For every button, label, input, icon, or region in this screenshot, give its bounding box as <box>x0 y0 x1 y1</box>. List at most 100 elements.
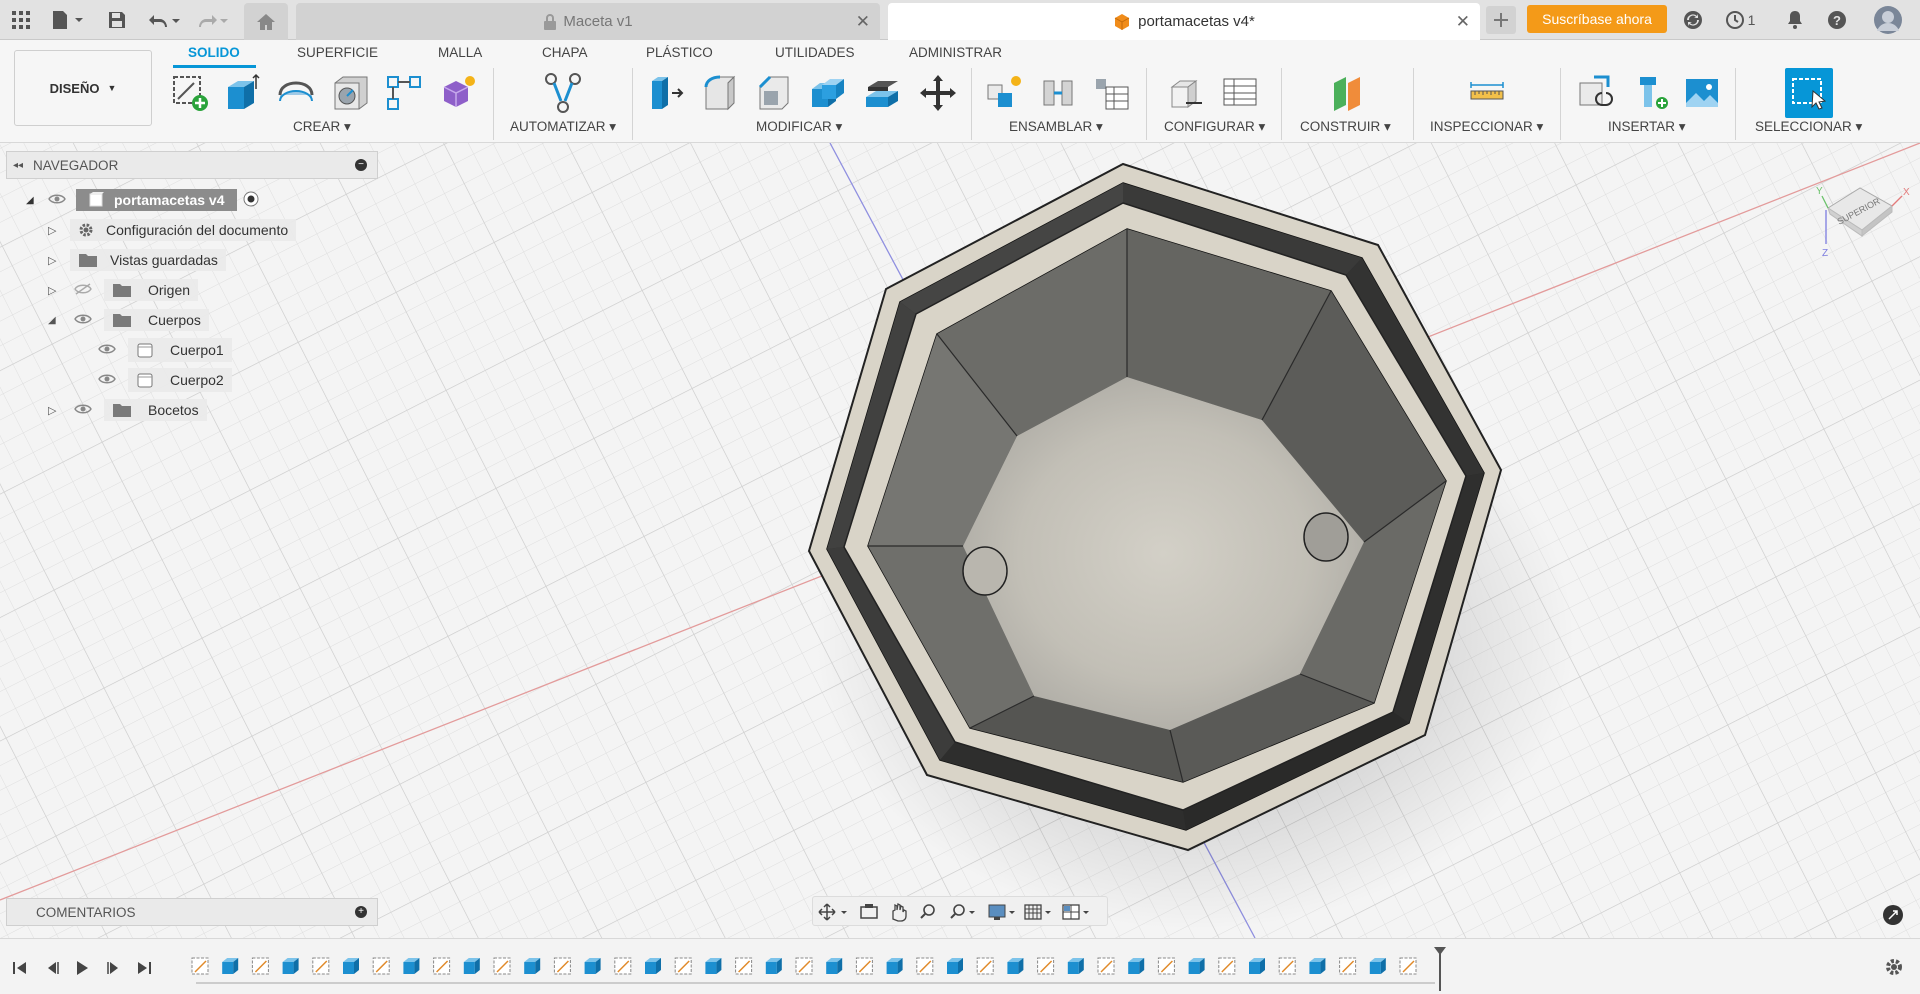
active-radio-icon[interactable] <box>243 191 259 210</box>
timeline-feature-icon[interactable] <box>886 958 903 974</box>
home-tab[interactable] <box>244 3 288 40</box>
tree-item-bodies[interactable]: ◢ Cuerpos <box>48 307 209 333</box>
tree-item-chip[interactable]: Configuración del documento <box>70 219 297 241</box>
timeline-sketch-icon[interactable] <box>1278 957 1296 975</box>
extrude-icon[interactable] <box>220 70 264 116</box>
expand-viewport-icon[interactable] <box>1883 905 1903 925</box>
timeline-sketch-icon[interactable] <box>1097 957 1115 975</box>
group-ensamblar[interactable]: ENSAMBLAR ▾ <box>1009 119 1103 135</box>
timeline-sketch-icon[interactable] <box>1157 957 1175 975</box>
tree-item-sketches[interactable]: ▷ Bocetos <box>48 397 207 423</box>
close-tab-icon[interactable]: ✕ <box>856 12 870 32</box>
tree-item-saved-views[interactable]: ▷ Vistas guardadas <box>48 247 226 273</box>
chamfer-icon[interactable] <box>752 70 796 116</box>
tab-maceta[interactable]: Maceta v1 ✕ <box>296 3 880 40</box>
help-icon[interactable]: ? <box>1824 6 1850 34</box>
shell-icon[interactable] <box>806 70 850 116</box>
tab-administrar[interactable]: ADMINISTRAR <box>909 45 1002 60</box>
expand-arrow-icon[interactable]: ▷ <box>48 254 70 267</box>
timeline-features[interactable] <box>180 939 1480 994</box>
model-canvas[interactable] <box>0 143 1920 938</box>
timeline-feature-icon[interactable] <box>282 958 299 974</box>
timeline-sketch-icon[interactable] <box>433 957 451 975</box>
bill-of-materials-icon[interactable] <box>1090 70 1134 116</box>
zoom-icon[interactable] <box>920 904 935 919</box>
insert-derive-icon[interactable] <box>1574 70 1618 116</box>
visibility-eye-icon[interactable] <box>98 372 128 388</box>
combine-icon[interactable] <box>860 70 904 116</box>
navigator-header[interactable]: ◂◂ NAVEGADOR − <box>6 151 378 179</box>
group-configurar[interactable]: CONFIGURAR ▾ <box>1164 119 1265 135</box>
timeline-feature-icon[interactable] <box>1369 958 1386 974</box>
group-automatizar[interactable]: AUTOMATIZAR ▾ <box>510 119 616 135</box>
notifications-bell-icon[interactable] <box>1782 6 1808 34</box>
user-avatar-icon[interactable] <box>1872 6 1904 34</box>
3d-viewport[interactable] <box>0 143 1920 938</box>
offset-plane-icon[interactable] <box>1326 70 1370 116</box>
timeline-sketch-icon[interactable] <box>614 957 632 975</box>
tree-root[interactable]: ◢ portamacetas v4 <box>26 187 259 213</box>
look-at-icon[interactable] <box>860 904 878 919</box>
tree-item-origin[interactable]: ▷ Origen <box>48 277 199 303</box>
hidden-eye-icon[interactable] <box>74 282 104 298</box>
configuration-table-icon[interactable] <box>1218 70 1262 116</box>
tree-item-body-2[interactable]: Cuerpo2 <box>98 367 232 393</box>
configure-icon[interactable] <box>1164 70 1208 116</box>
timeline-sketch-icon[interactable] <box>312 957 330 975</box>
timeline-feature-icon[interactable] <box>1309 958 1326 974</box>
timeline-settings-gear-icon[interactable] <box>1882 956 1906 978</box>
tab-utilidades[interactable]: UTILIDADES <box>775 45 855 60</box>
expand-arrow-icon[interactable]: ▷ <box>48 224 70 237</box>
pattern-icon[interactable] <box>382 70 426 116</box>
sync-icon[interactable] <box>1680 6 1706 34</box>
timeline-sketch-icon[interactable] <box>1037 957 1055 975</box>
move-copy-icon[interactable] <box>916 70 960 116</box>
file-menu-icon[interactable] <box>48 6 88 34</box>
visibility-eye-icon[interactable] <box>98 342 128 358</box>
timeline-sketch-icon[interactable] <box>1218 957 1236 975</box>
timeline-sketch-icon[interactable] <box>1399 957 1417 975</box>
new-component-icon[interactable] <box>982 70 1026 116</box>
step-forward-icon[interactable] <box>102 957 126 979</box>
timeline-feature-icon[interactable] <box>584 958 601 974</box>
timeline-feature-icon[interactable] <box>645 958 661 974</box>
tab-portamacetas[interactable]: portamacetas v4* ✕ <box>888 3 1480 40</box>
select-window-icon[interactable] <box>1785 68 1833 118</box>
tab-superficie[interactable]: SUPERFICIE <box>297 45 378 60</box>
pan-hand-icon[interactable] <box>892 903 907 922</box>
go-to-start-icon[interactable] <box>8 957 32 979</box>
viewports-icon[interactable] <box>1062 904 1089 920</box>
timeline-sketch-icon[interactable] <box>795 957 813 975</box>
tree-item-chip[interactable]: Cuerpos <box>104 309 209 331</box>
collapse-panel-icon[interactable]: ◂◂ <box>13 160 23 171</box>
root-component[interactable]: portamacetas v4 <box>76 189 237 211</box>
step-back-icon[interactable] <box>40 957 64 979</box>
play-icon[interactable] <box>70 957 94 979</box>
tree-item-chip[interactable]: Vistas guardadas <box>70 249 226 271</box>
collapse-arrow-icon[interactable]: ◢ <box>26 195 48 206</box>
expand-arrow-icon[interactable]: ▷ <box>48 284 74 297</box>
orbit-icon[interactable] <box>818 903 847 921</box>
close-tab-icon[interactable]: ✕ <box>1456 12 1470 32</box>
expand-arrow-icon[interactable]: ▷ <box>48 404 74 417</box>
create-sketch-icon[interactable] <box>168 70 212 116</box>
collapse-arrow-icon[interactable]: ◢ <box>48 315 74 326</box>
visibility-eye-icon[interactable] <box>48 192 76 208</box>
minimize-panel-icon[interactable]: − <box>355 159 367 171</box>
timeline-sketch-icon[interactable] <box>855 957 873 975</box>
timeline-feature-icon[interactable] <box>1067 958 1084 974</box>
job-status-icon[interactable]: 1 <box>1720 6 1760 34</box>
timeline-sketch-icon[interactable] <box>1339 957 1357 975</box>
timeline-feature-icon[interactable] <box>826 958 843 974</box>
timeline-sketch-icon[interactable] <box>735 957 753 975</box>
workspace-switcher[interactable]: DISEÑO ▼ <box>14 50 152 126</box>
tree-item-chip[interactable]: Origen <box>104 279 199 301</box>
timeline-feature-icon[interactable] <box>1007 958 1024 974</box>
group-inspeccionar[interactable]: INSPECCIONAR ▾ <box>1430 119 1543 135</box>
group-insertar[interactable]: INSERTAR ▾ <box>1608 119 1686 135</box>
insert-image-icon[interactable] <box>1680 70 1724 116</box>
new-tab-icon[interactable] <box>1486 6 1516 34</box>
insert-mcmaster-icon[interactable] <box>1628 70 1672 116</box>
timeline-feature-icon[interactable] <box>765 958 782 974</box>
tree-item-chip[interactable]: Cuerpo1 <box>128 338 232 362</box>
